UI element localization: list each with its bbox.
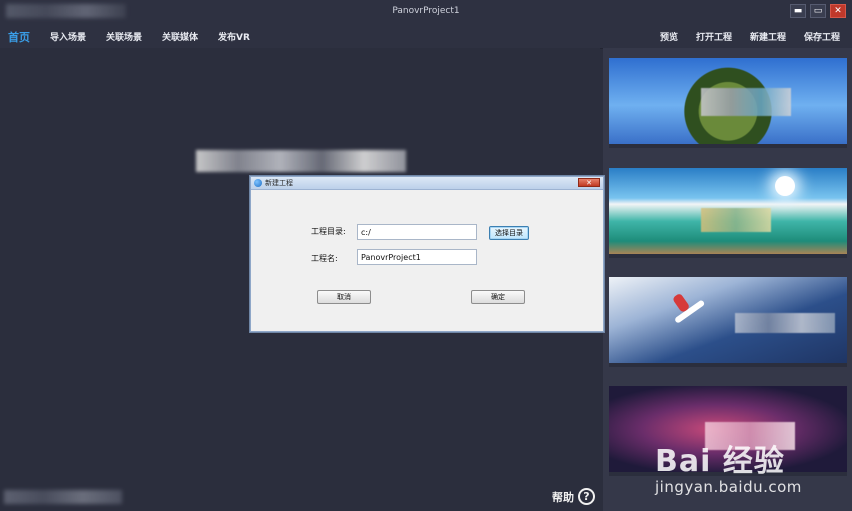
blurred-thumbnail-text [701,208,771,232]
baidu-jingyan-watermark: Bai 经验 jingyan.baidu.com [655,436,802,496]
ok-button[interactable]: 确定 [471,290,525,304]
help-icon[interactable]: ? [578,488,595,505]
watermark-site: jingyan.baidu.com [655,478,802,496]
help[interactable]: 帮助 ? [552,488,595,505]
project-name-label: 工程名: [311,254,338,263]
snowboarder-icon [660,283,708,332]
menu-import-scene[interactable]: 导入场景 [50,30,86,45]
help-label: 帮助 [552,490,574,504]
title-bar: PanovrProject1 ▬ ▭ ✕ [0,0,852,24]
close-button[interactable]: ✕ [830,4,846,18]
menu-link-media[interactable]: 关联媒体 [162,30,198,45]
blurred-text [196,150,406,172]
menu-bar: 首页 导入场景 关联场景 关联媒体 发布VR 预览 打开工程 新建工程 保存工程 [0,24,852,49]
planet-panorama-thumbnail[interactable] [609,58,847,148]
project-dir-input[interactable] [357,224,477,240]
dialog-title-bar: 新建工程 ✕ [251,177,603,190]
minimize-button[interactable]: ▬ [790,4,806,18]
new-project-dialog: 新建工程 ✕ 工程目录: 选择目录 工程名: 取消 确定 [250,176,604,332]
watermark-logo: Bai 经验 [655,444,785,479]
cancel-button[interactable]: 取消 [317,290,371,304]
beach-panorama-thumbnail[interactable] [609,168,847,258]
app-icon [254,179,262,187]
menu-preview[interactable]: 预览 [660,30,678,43]
menu-right: 预览 打开工程 新建工程 保存工程 [660,30,840,43]
project-name-input[interactable] [357,249,477,265]
menu-link-scene[interactable]: 关联场景 [106,30,142,45]
menu-home[interactable]: 首页 [8,29,30,45]
snowboard-panorama-thumbnail[interactable] [609,277,847,367]
dialog-title: 新建工程 [265,179,293,187]
window-title: PanovrProject1 [392,6,460,16]
project-dir-label: 工程目录: [311,227,346,236]
maximize-button[interactable]: ▭ [810,4,826,18]
sun-icon [775,176,795,196]
blurred-thumbnail-text [701,88,791,116]
blurred-footer-text [4,490,122,504]
menu-publish-vr[interactable]: 发布VR [218,30,250,45]
dialog-close-button[interactable]: ✕ [578,178,600,187]
window-controls: ▬ ▭ ✕ [790,4,846,18]
menu-left: 首页 导入场景 关联场景 关联媒体 发布VR [8,30,250,45]
menu-new-project[interactable]: 新建工程 [750,30,786,43]
menu-save-project[interactable]: 保存工程 [804,30,840,43]
menu-open-project[interactable]: 打开工程 [696,30,732,43]
choose-directory-button[interactable]: 选择目录 [489,226,529,240]
blurred-thumbnail-text [735,313,835,333]
